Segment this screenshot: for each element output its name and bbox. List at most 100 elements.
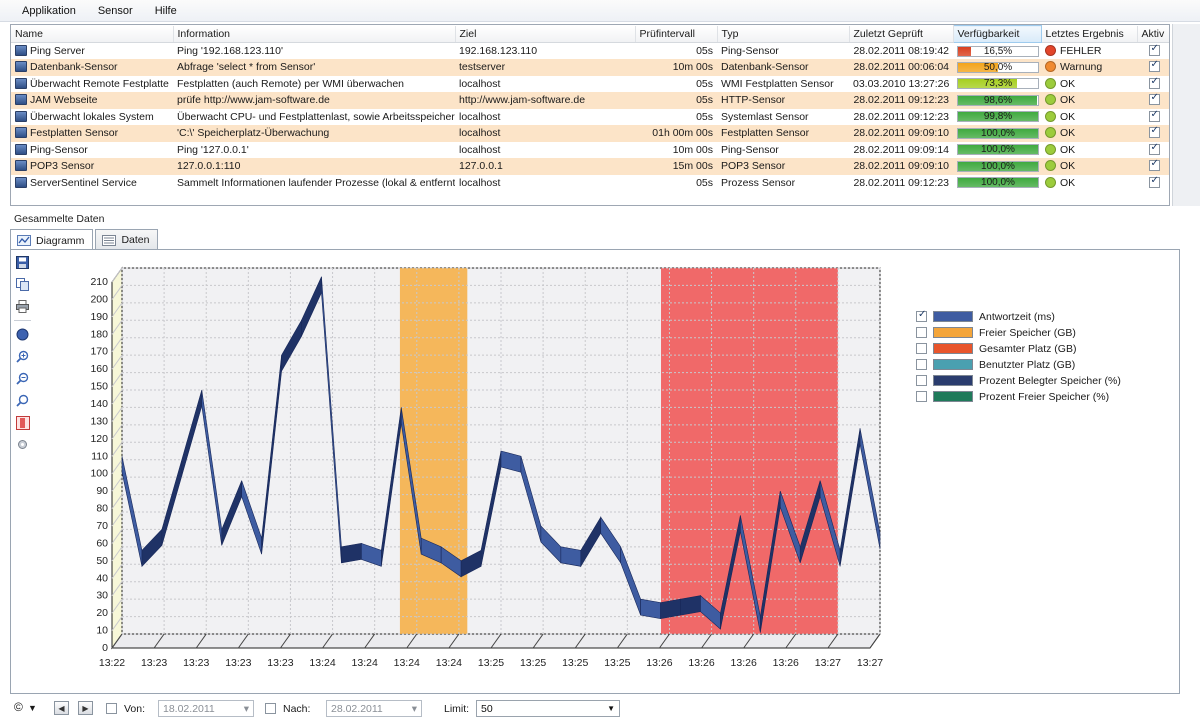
menu-bar: Applikation Sensor Hilfe <box>0 0 1200 22</box>
tab-daten[interactable]: Daten <box>95 229 159 250</box>
table-row[interactable]: POP3 Sensor 127.0.0.1:110 127.0.0.1 15m 00s… <box>11 158 1169 175</box>
response-time-chart: 0 10 20 30 40 50 60 70 80 90 100 110 120 130 140 150 160… <box>90 266 883 669</box>
table-row[interactable]: JAM Webseite prüfe http://www.jam-softwar… <box>11 92 1169 109</box>
zoom-reset-icon[interactable] <box>14 392 31 409</box>
legend-checkbox[interactable] <box>916 391 927 402</box>
cell-ergebnis: OK <box>1041 92 1137 109</box>
x-tick-label: 13:25 <box>562 657 588 669</box>
table-row[interactable]: Ping-Sensor Ping '127.0.0.1' localhost 10m … <box>11 141 1169 158</box>
y-tick-label: 140 <box>90 398 108 410</box>
copy-icon[interactable] <box>14 276 31 293</box>
y-tick-label: 70 <box>96 520 108 532</box>
col-header-typ[interactable]: Typ <box>717 25 850 43</box>
col-header-interval[interactable]: Prüfintervall <box>635 25 718 43</box>
legend-item[interactable]: Prozent Belegter Speicher (%) <box>916 374 1121 387</box>
list-icon <box>102 234 117 246</box>
legend-checkbox[interactable] <box>916 359 927 370</box>
col-header-ergebnis[interactable]: Letztes Ergebnis <box>1041 25 1138 43</box>
cell-interval: 05s <box>635 92 717 109</box>
x-tick-label: 13:24 <box>309 657 335 669</box>
legend-checkbox[interactable] <box>916 309 927 322</box>
table-row[interactable]: Überwacht Remote Festplatte Festplatten (… <box>11 75 1169 92</box>
limit-select[interactable]: 50 ▼ <box>476 700 620 717</box>
legend-label: Prozent Freier Speicher (%) <box>979 390 1110 403</box>
aktiv-checkbox[interactable] <box>1148 158 1160 172</box>
legend-item[interactable]: Prozent Freier Speicher (%) <box>916 390 1121 403</box>
dropdown-arrow-icon[interactable]: ▼ <box>28 703 37 713</box>
sensor-icon <box>15 176 27 188</box>
availability-label: 100,0% <box>981 127 1015 139</box>
x-tick-label: 13:23 <box>267 657 293 669</box>
aktiv-checkbox[interactable] <box>1148 76 1160 89</box>
cell-ziel: localhost <box>455 174 635 191</box>
legend-item[interactable]: Antwortzeit (ms) <box>916 309 1121 323</box>
legend-checkbox[interactable] <box>916 375 927 386</box>
legend-item[interactable]: Freier Speicher (GB) <box>916 326 1121 339</box>
settings-icon[interactable] <box>14 436 31 453</box>
aktiv-checkbox[interactable] <box>1148 142 1160 155</box>
legend-item[interactable]: Benutzter Platz (GB) <box>916 358 1121 371</box>
col-header-aktiv[interactable]: Aktiv <box>1137 25 1169 43</box>
col-header-zuletzt[interactable]: Zuletzt Geprüft <box>849 25 954 43</box>
x-tick-label: 13:25 <box>478 657 504 669</box>
cell-name: Ping-Sensor <box>11 141 173 158</box>
prev-button[interactable]: ◀ <box>54 701 69 715</box>
von-date-field[interactable]: 18.02.2011 ▾ <box>158 700 254 717</box>
table-row[interactable]: ServerSentinel Service Sammelt Informatio… <box>11 174 1169 191</box>
cell-zuletzt: 28.02.2011 09:12:23 <box>849 92 953 109</box>
col-header-name[interactable]: Name <box>11 25 174 43</box>
table-row[interactable]: Datenbank-Sensor Abfrage 'select * from S… <box>11 59 1169 76</box>
sensor-table-container: Name Information Ziel Prüfintervall Typ … <box>10 24 1170 206</box>
cell-aktiv <box>1137 174 1169 191</box>
zoom-in-icon[interactable] <box>14 348 31 365</box>
aktiv-checkbox[interactable] <box>1148 125 1160 139</box>
highlight-range-icon[interactable] <box>14 414 31 431</box>
zoom-out-icon[interactable] <box>14 370 31 387</box>
aktiv-checkbox[interactable] <box>1148 92 1160 106</box>
next-button[interactable]: ▶ <box>78 701 93 715</box>
cell-ergebnis-text: OK <box>1060 160 1076 173</box>
aktiv-checkbox[interactable] <box>1148 59 1160 73</box>
legend-checkbox[interactable] <box>916 343 927 354</box>
3d-view-icon[interactable] <box>14 326 31 343</box>
availability-label: 99,8% <box>983 111 1013 123</box>
menu-sensor[interactable]: Sensor <box>98 5 133 17</box>
status-dot-icon <box>1045 45 1056 56</box>
table-row[interactable]: Festplatten Sensor 'C:\' Speicherplatz-Üb… <box>11 125 1169 142</box>
cell-zuletzt: 28.02.2011 09:12:23 <box>849 174 953 191</box>
y-tick-label: 0 <box>102 642 108 654</box>
legend-checkbox[interactable] <box>916 327 927 338</box>
menu-applikation[interactable]: Applikation <box>22 5 76 17</box>
cell-typ: Festplatten Sensor <box>717 125 849 142</box>
aktiv-checkbox[interactable] <box>1148 109 1160 122</box>
y-tick-label: 120 <box>90 433 108 445</box>
cell-information: Überwacht CPU- und Festplattenlast, sowi… <box>173 108 455 125</box>
y-tick-label: 130 <box>90 415 108 427</box>
cell-ergebnis: OK <box>1041 108 1137 125</box>
legend-item[interactable]: Gesamter Platz (GB) <box>916 342 1121 355</box>
calendar-icon[interactable]: ▾ <box>412 703 417 715</box>
cell-verfuegbarkeit: 100,0% <box>953 174 1041 191</box>
x-tick-label: 13:26 <box>688 657 714 669</box>
table-row[interactable]: Überwacht lokales System Überwacht CPU- u… <box>11 108 1169 125</box>
col-header-information[interactable]: Information <box>173 25 456 43</box>
x-tick-label: 13:23 <box>225 657 251 669</box>
aktiv-checkbox[interactable] <box>1148 175 1160 188</box>
nach-checkbox[interactable] <box>265 703 276 714</box>
legend-label: Freier Speicher (GB) <box>979 326 1076 339</box>
col-header-verfuegbarkeit[interactable]: Verfügbarkeit <box>952 25 1042 43</box>
cell-aktiv <box>1137 42 1169 59</box>
menu-hilfe[interactable]: Hilfe <box>155 5 177 17</box>
nach-date-field[interactable]: 28.02.2011 ▾ <box>326 700 422 717</box>
aktiv-checkbox[interactable] <box>1148 43 1160 56</box>
save-icon[interactable] <box>14 254 31 271</box>
availability-bar: 16,5% <box>957 45 1039 57</box>
von-checkbox[interactable] <box>106 703 117 714</box>
tab-diagramm[interactable]: Diagramm <box>10 229 94 251</box>
table-row[interactable]: Ping Server Ping '192.168.123.110' 192.168… <box>11 42 1169 59</box>
print-icon[interactable] <box>14 298 31 315</box>
calendar-icon[interactable]: ▾ <box>244 703 249 715</box>
col-header-ziel[interactable]: Ziel <box>455 25 636 43</box>
y-tick-label: 210 <box>90 276 108 288</box>
x-tick-label: 13:26 <box>773 657 799 669</box>
